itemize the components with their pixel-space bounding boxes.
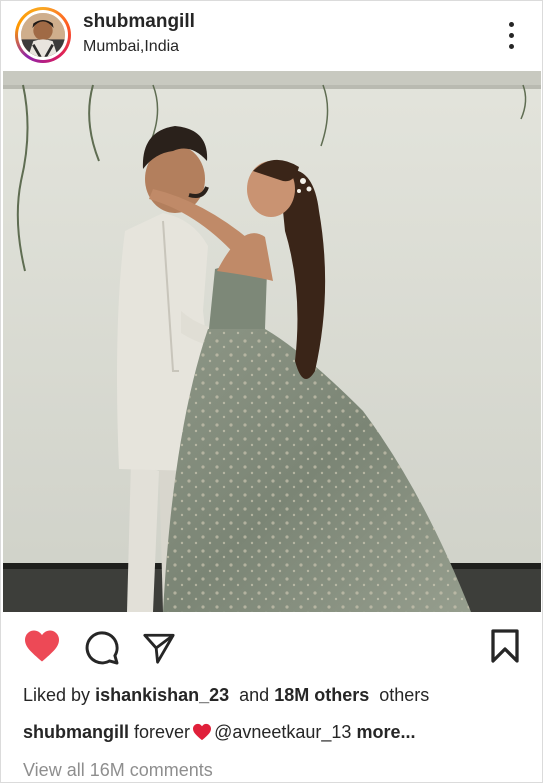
post-action-bar [1,619,542,675]
bookmark-icon[interactable] [490,628,520,664]
caption-username[interactable]: shubmangill [23,722,129,742]
post-photo[interactable] [3,71,541,612]
likes-count[interactable]: 18M others [274,685,369,705]
post-caption: shubmangill forever @avneetkaur_13 more..… [23,722,415,746]
heart-icon[interactable] [23,629,61,663]
post-location[interactable]: Mumbai,India [83,38,179,56]
liked-and-label: and [239,685,270,705]
avatar-image [21,13,65,57]
caption-mention[interactable]: @avneetkaur_13 [214,722,351,742]
send-icon[interactable] [141,631,177,665]
avatar-story-ring[interactable] [15,7,71,63]
red-heart-emoji [192,723,212,746]
couple-photo [3,71,541,612]
avatar [21,13,65,57]
caption-more-link[interactable]: more... [356,722,415,742]
post-card: shubmangill Mumbai,India Liked by ishank… [0,0,543,783]
liked-by-label: Liked by [23,685,91,705]
comment-icon[interactable] [84,630,120,666]
post-username[interactable]: shubmangill [83,11,195,33]
liked-by-user[interactable]: ishankishan_23 [95,685,229,705]
caption-text: forever [134,722,191,742]
likes-summary: Liked by ishankishan_23 and 18M others o… [23,685,429,706]
liked-others-label: others [379,685,430,705]
post-header: shubmangill Mumbai,India [1,1,542,71]
view-all-comments-link[interactable]: View all 16M comments [23,760,213,781]
more-options-icon[interactable] [499,19,523,53]
